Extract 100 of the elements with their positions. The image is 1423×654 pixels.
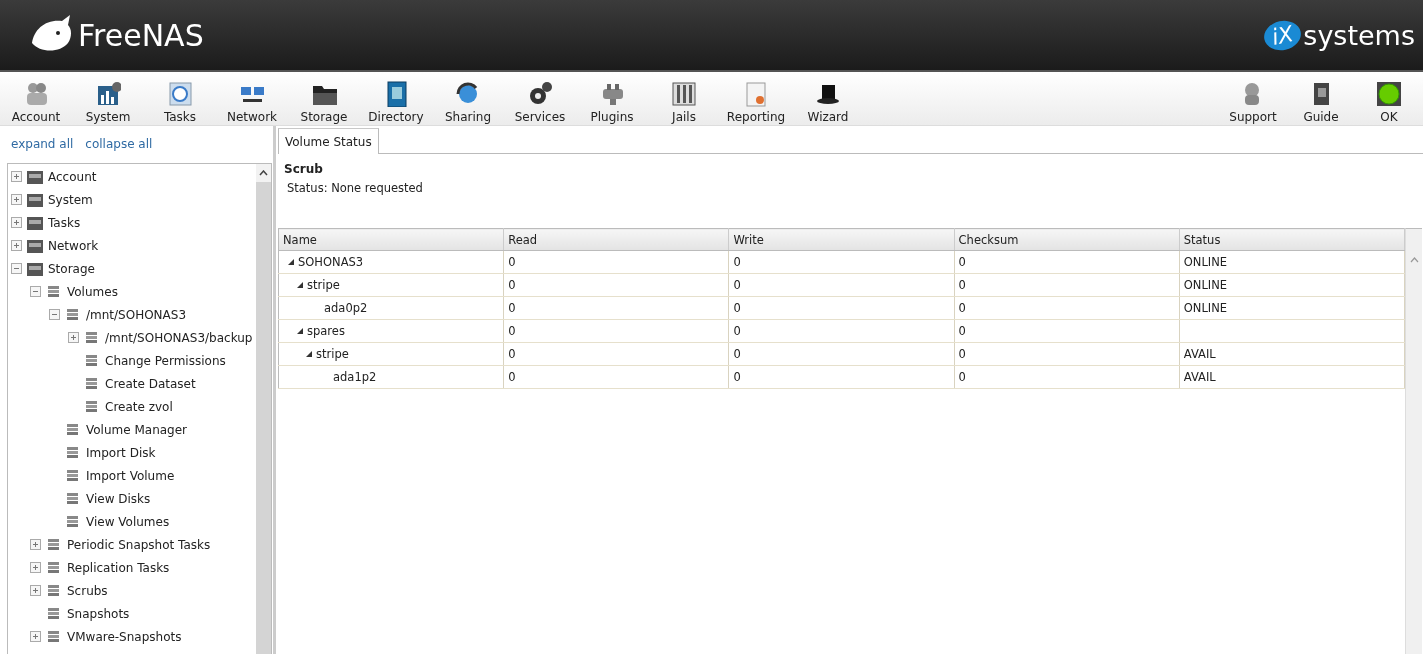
toolbar-button[interactable]: Storage bbox=[288, 72, 360, 124]
expand-toggle-icon[interactable] bbox=[11, 171, 22, 182]
table-cell: 0 bbox=[958, 347, 966, 361]
section-title: Scrub bbox=[284, 162, 324, 176]
table-cell: ONLINE bbox=[1183, 278, 1228, 292]
expand-toggle-icon[interactable] bbox=[30, 585, 41, 596]
table-cell: 0 bbox=[508, 370, 516, 384]
document-icon bbox=[743, 81, 769, 107]
tree-item[interactable]: Network bbox=[48, 238, 99, 253]
tree-item[interactable]: Volume Manager bbox=[86, 422, 188, 437]
scrollbar[interactable] bbox=[256, 164, 271, 654]
expand-toggle-icon[interactable] bbox=[30, 631, 41, 642]
toolbar-button[interactable]: Tasks bbox=[144, 72, 216, 124]
tree-item[interactable]: Import Disk bbox=[86, 445, 156, 460]
tab[interactable]: Volume Status bbox=[278, 128, 379, 154]
column-header[interactable]: Checksum bbox=[954, 228, 1180, 251]
chart-icon bbox=[95, 81, 121, 107]
tree-item[interactable]: Import Volume bbox=[86, 468, 175, 483]
tree-item[interactable]: Change Permissions bbox=[105, 353, 226, 368]
table-cell: 0 bbox=[733, 255, 741, 269]
expand-toggle-icon[interactable] bbox=[11, 194, 22, 205]
table-cell: 0 bbox=[733, 324, 741, 338]
tree-item[interactable]: Volumes bbox=[67, 284, 118, 299]
expanded-arrow-icon[interactable] bbox=[297, 282, 303, 288]
toolbar-button[interactable]: Directory bbox=[360, 72, 432, 124]
expanded-arrow-icon[interactable] bbox=[306, 351, 312, 357]
table-cell: 0 bbox=[508, 301, 516, 315]
table-cell: ada1p2 bbox=[333, 370, 377, 384]
expand-toggle-icon[interactable] bbox=[11, 217, 22, 228]
expand-toggle-icon[interactable] bbox=[30, 562, 41, 573]
toolbar-button[interactable]: Plugins bbox=[576, 72, 648, 124]
tree-item[interactable]: Create Dataset bbox=[105, 376, 196, 391]
table-cell: 0 bbox=[733, 370, 741, 384]
collapse-toggle-icon[interactable] bbox=[11, 263, 22, 274]
tree-link[interactable]: collapse all bbox=[85, 137, 153, 151]
collapse-toggle-icon[interactable] bbox=[30, 286, 41, 297]
tree-item[interactable]: View Volumes bbox=[86, 514, 170, 529]
product-name: FreeNAS bbox=[78, 17, 204, 53]
toolbar-button[interactable]: Account bbox=[0, 72, 72, 124]
tree-link[interactable]: expand all bbox=[11, 137, 74, 151]
table-cell: 0 bbox=[508, 255, 516, 269]
expanded-arrow-icon[interactable] bbox=[297, 328, 303, 334]
column-header[interactable]: Write bbox=[728, 228, 955, 251]
table-cell: stripe bbox=[316, 347, 349, 361]
table-cell: 0 bbox=[733, 347, 741, 361]
scrub-status: Status: None requested bbox=[286, 180, 424, 197]
table-cell: 0 bbox=[958, 278, 966, 292]
tree-item[interactable]: Snapshots bbox=[67, 606, 130, 621]
tree-item[interactable]: Account bbox=[48, 169, 97, 184]
table-cell: 0 bbox=[508, 324, 516, 338]
toolbar-button[interactable]: Jails bbox=[648, 72, 720, 124]
table-cell: stripe bbox=[307, 278, 340, 292]
toolbar-button[interactable]: Sharing bbox=[432, 72, 504, 124]
expanded-arrow-icon[interactable] bbox=[288, 259, 294, 265]
tree-item[interactable]: VMware-Snapshots bbox=[67, 629, 182, 644]
table-cell: ONLINE bbox=[1183, 255, 1228, 269]
tree-item[interactable]: System bbox=[48, 192, 93, 207]
toolbar-button[interactable]: Reporting bbox=[720, 72, 792, 124]
table-cell: AVAIL bbox=[1183, 347, 1216, 361]
table-cell: 0 bbox=[958, 370, 966, 384]
toolbar-button[interactable]: Network bbox=[216, 72, 288, 124]
table-cell: SOHONAS3 bbox=[298, 255, 364, 269]
toolbar-button[interactable]: Support bbox=[1219, 72, 1287, 124]
toolbar-button[interactable]: System bbox=[72, 72, 144, 124]
toolbar-button[interactable]: Guide bbox=[1287, 72, 1355, 124]
section-icon bbox=[26, 168, 44, 185]
table-cell: 0 bbox=[958, 324, 966, 338]
collapse-toggle-icon[interactable] bbox=[49, 309, 60, 320]
vendor-name: systems bbox=[1303, 19, 1415, 51]
column-header[interactable]: Name bbox=[278, 228, 504, 251]
tree-item[interactable]: Replication Tasks bbox=[67, 560, 170, 575]
toolbar-button[interactable]: Wizard bbox=[792, 72, 864, 124]
table-cell: ada0p2 bbox=[324, 301, 368, 315]
scroll-up-icon[interactable] bbox=[259, 170, 268, 176]
bars-icon bbox=[671, 81, 697, 107]
table-cell: 0 bbox=[508, 278, 516, 292]
tree-item[interactable]: Tasks bbox=[48, 215, 81, 230]
expand-toggle-icon[interactable] bbox=[68, 332, 79, 343]
table-cell: 0 bbox=[733, 301, 741, 315]
toolbar-button[interactable]: OK bbox=[1355, 72, 1423, 124]
tree-item[interactable]: View Disks bbox=[86, 491, 151, 506]
tree-item[interactable]: Storage bbox=[48, 261, 95, 276]
table-cell: 0 bbox=[958, 255, 966, 269]
table-cell: 0 bbox=[508, 347, 516, 361]
column-header[interactable]: Status bbox=[1179, 228, 1405, 251]
table-cell: AVAIL bbox=[1183, 370, 1216, 384]
status-light-icon bbox=[1376, 81, 1402, 107]
column-header[interactable]: Read bbox=[503, 228, 729, 251]
tree-item[interactable]: /mnt/SOHONAS3/backup bbox=[105, 330, 253, 345]
tree-item[interactable]: /mnt/SOHONAS3 bbox=[86, 307, 187, 322]
expand-toggle-icon[interactable] bbox=[30, 539, 41, 550]
scrollbar[interactable] bbox=[1405, 228, 1422, 654]
tree-item[interactable]: Periodic Snapshot Tasks bbox=[67, 537, 211, 552]
section-icon bbox=[26, 191, 44, 208]
expand-toggle-icon[interactable] bbox=[11, 240, 22, 251]
toolbar-button[interactable]: Services bbox=[504, 72, 576, 124]
tree-item[interactable]: Create zvol bbox=[105, 399, 173, 414]
table-cell: spares bbox=[307, 324, 345, 338]
tree-item[interactable]: Scrubs bbox=[67, 583, 108, 598]
table-cell: ONLINE bbox=[1183, 301, 1228, 315]
